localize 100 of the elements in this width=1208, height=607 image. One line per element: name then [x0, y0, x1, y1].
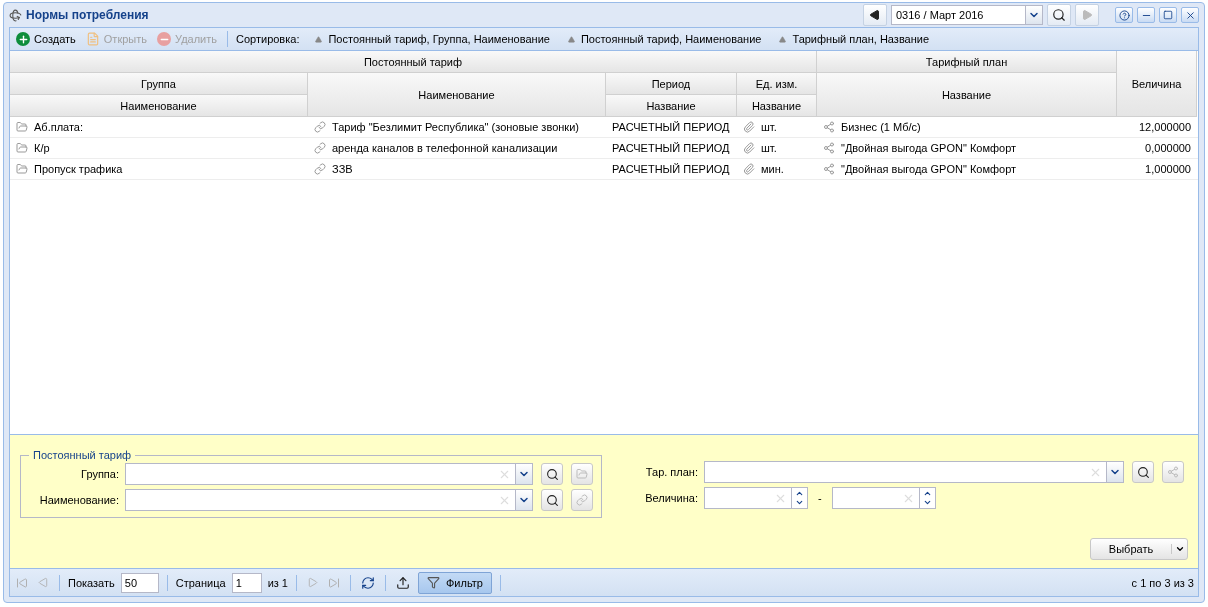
help-icon: [1118, 9, 1130, 21]
table-cell: аренда каналов в телефонной канализации: [308, 138, 606, 158]
network-icon: [823, 163, 835, 175]
network-icon: [823, 121, 835, 133]
table-cell: мин.: [737, 159, 817, 179]
table-cell-text: 12,000000: [1138, 120, 1192, 135]
folder-icon: [16, 142, 28, 154]
close-icon: [1184, 9, 1196, 21]
sort-button[interactable]: Постоянный тариф, Наименование: [565, 33, 764, 45]
column-header[interactable]: Ед. изм.: [737, 73, 817, 95]
minimize-button[interactable]: [1137, 7, 1155, 23]
sort-button[interactable]: Постоянный тариф, Группа, Наименование: [313, 33, 552, 45]
table-cell: Аб.плата:: [10, 117, 308, 137]
table-cell: шт.: [737, 138, 817, 158]
column-header[interactable]: Величина: [1117, 51, 1197, 117]
maximize-button[interactable]: [1159, 7, 1177, 23]
dropdown-icon[interactable]: [515, 490, 532, 510]
minus-icon: [157, 32, 171, 46]
column-header[interactable]: Название: [737, 95, 817, 117]
network-icon: [823, 142, 835, 154]
search-button[interactable]: [541, 489, 563, 511]
triangle-icon: [567, 35, 575, 43]
search-icon: [545, 493, 559, 507]
create-button[interactable]: Создать: [14, 32, 78, 46]
table-cell: К/р: [10, 138, 308, 158]
combo-field[interactable]: [125, 463, 533, 485]
filter-button[interactable]: Фильтр: [418, 571, 492, 594]
column-header[interactable]: Период: [606, 73, 737, 95]
group-legend: Постоянный тариф: [29, 449, 136, 461]
page-label: Страница: [175, 576, 226, 589]
refresh-icon: [361, 575, 375, 590]
table-cell-text: РАСЧЕТНЫЙ ПЕРИОД: [611, 120, 731, 135]
table-cell: "Двойная выгода GPON" Комфорт: [817, 159, 1117, 179]
folder-icon: [16, 163, 28, 175]
link-icon: [576, 494, 588, 506]
field-label: Группа:: [80, 468, 120, 480]
range-separator: -: [818, 492, 822, 504]
folder-icon: [576, 468, 588, 480]
column-header[interactable]: Название: [606, 95, 737, 117]
table-cell-text: РАСЧЕТНЫЙ ПЕРИОД: [611, 141, 731, 156]
paperclip-icon: [743, 142, 755, 154]
search-button[interactable]: [541, 463, 563, 485]
search-button[interactable]: [1047, 4, 1071, 26]
page-field[interactable]: 1: [231, 572, 262, 593]
combo-field[interactable]: [704, 461, 1124, 483]
help-button[interactable]: [1115, 7, 1133, 23]
maximize-icon: [1163, 10, 1173, 20]
column-header[interactable]: Наименование: [308, 73, 606, 117]
table-cell: шт.: [737, 117, 817, 137]
refresh-button[interactable]: [359, 575, 377, 590]
number-field[interactable]: [831, 487, 936, 509]
table-cell-text: 0,000000: [1144, 141, 1192, 156]
close-button[interactable]: [1181, 7, 1199, 23]
column-group-header: Тарифный план: [817, 51, 1117, 73]
combo-field[interactable]: [125, 489, 533, 511]
page-size-label: Показать: [68, 576, 115, 589]
folder-icon: [16, 121, 28, 133]
paperclip-icon: [743, 121, 755, 133]
dropdown-icon[interactable]: [1106, 462, 1123, 482]
document-icon: [85, 32, 100, 46]
page-size-field[interactable]: 50: [120, 572, 159, 593]
previous-button[interactable]: [863, 4, 887, 26]
left-arrow-icon: [38, 577, 49, 588]
column-header[interactable]: Наименование: [10, 95, 308, 117]
field-label: Тар. план:: [644, 466, 699, 478]
search-icon: [1136, 465, 1150, 479]
table-cell: "Двойная выгода GPON" Комфорт: [817, 138, 1117, 158]
column-header[interactable]: Группа: [10, 73, 308, 95]
search-icon: [1052, 8, 1066, 22]
table-cell-text: 1,000000: [1144, 162, 1192, 177]
upload-button[interactable]: [394, 575, 412, 590]
period-field[interactable]: 0316 / Март 2016: [891, 5, 1043, 25]
dropdown-icon[interactable]: [1025, 6, 1042, 24]
table-cell: Бизнес (1 Мб/с): [817, 117, 1117, 137]
left-arrow-icon: [869, 9, 881, 21]
right-arrow-icon: [1081, 9, 1093, 21]
table-cell: Пропуск трафика: [10, 159, 308, 179]
plus-icon: [16, 32, 30, 46]
column-header[interactable]: Название: [817, 73, 1117, 117]
paperclip-icon: [743, 163, 755, 175]
number-field[interactable]: [704, 487, 808, 509]
search-button[interactable]: [1132, 461, 1154, 483]
search-icon: [545, 467, 559, 481]
record-summary: с 1 по 3 из 3: [1131, 576, 1194, 589]
filter-icon: [427, 576, 440, 589]
sort-label: Сортировка:: [236, 33, 300, 45]
upload-icon: [396, 575, 410, 590]
triangle-icon: [779, 35, 787, 43]
field-label: Величина:: [644, 492, 699, 504]
sort-button[interactable]: Тарифный план, Название: [777, 33, 932, 45]
dropdown-icon[interactable]: [515, 464, 532, 484]
page-count: из 1: [267, 576, 288, 589]
select-button[interactable]: Выбрать: [1090, 538, 1188, 560]
window-icon: [9, 8, 22, 22]
triangle-icon: [315, 35, 323, 43]
table-cell-text: РАСЧЕТНЫЙ ПЕРИОД: [611, 162, 731, 177]
link-icon: [314, 142, 326, 154]
link-icon: [314, 121, 326, 133]
network-icon: [1167, 466, 1179, 478]
first-page-icon: [16, 576, 28, 589]
